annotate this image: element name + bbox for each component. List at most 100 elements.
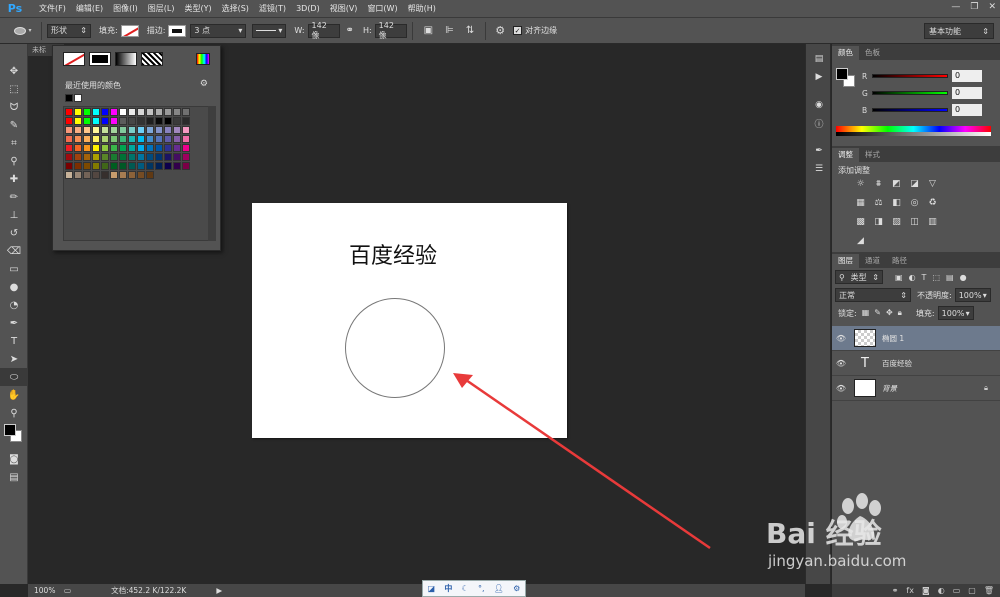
color-swatch[interactable] [173, 135, 181, 143]
eye-icon[interactable]: 👁︎ [832, 359, 850, 368]
properties-panel-icon[interactable]: ◉ [806, 96, 832, 114]
stroke-width-field[interactable]: 3 点 ▾ [190, 23, 247, 38]
channel-mixer-icon[interactable]: ♻ [926, 197, 939, 209]
color-swatch[interactable] [155, 144, 163, 152]
recent-color-swatch[interactable] [74, 94, 82, 102]
stroke-type-select[interactable]: ▾ [252, 23, 287, 38]
color-swatch[interactable] [119, 144, 127, 152]
curves-icon[interactable]: ◩ [890, 178, 903, 190]
levels-icon[interactable]: ⩩ [872, 178, 885, 190]
pattern-button[interactable] [141, 52, 163, 66]
color-swatch[interactable] [74, 162, 82, 170]
recent-color-swatch[interactable] [65, 94, 73, 102]
tab-layers[interactable]: 图层 [832, 254, 859, 268]
menu-type[interactable]: 类型(Y) [179, 0, 216, 18]
color-swatch[interactable] [146, 162, 154, 170]
gear-icon[interactable]: ⚙ [200, 79, 208, 89]
solid-color-button[interactable] [89, 52, 111, 66]
lasso-tool-icon[interactable]: ᗢ [0, 98, 28, 116]
ime-settings-icon[interactable]: ⚙ [513, 584, 520, 593]
color-swatch[interactable] [119, 126, 127, 134]
fx-icon[interactable]: fx [906, 586, 914, 595]
color-swatch[interactable] [92, 171, 100, 179]
move-tool-icon[interactable]: ✥ [0, 62, 28, 80]
color-swatch[interactable] [65, 135, 73, 143]
green-slider[interactable] [872, 91, 948, 95]
document-canvas[interactable]: 百度经验 [252, 203, 567, 438]
black-white-icon[interactable]: ◧ [890, 197, 903, 209]
color-swatch[interactable] [155, 153, 163, 161]
tab-swatches[interactable]: 色板 [859, 46, 886, 60]
color-swatch[interactable] [110, 126, 118, 134]
restore-icon[interactable]: ❐ [970, 2, 978, 12]
type-tool-icon[interactable]: T [0, 332, 28, 350]
color-swatch[interactable] [119, 162, 127, 170]
color-swatch[interactable] [128, 162, 136, 170]
color-swatch[interactable] [83, 108, 91, 116]
color-swatch[interactable] [173, 153, 181, 161]
color-swatch[interactable] [101, 117, 109, 125]
stroke-swatch[interactable] [168, 24, 187, 37]
path-arrangement-icon[interactable]: ⇅ [466, 25, 474, 36]
color-swatch[interactable] [182, 153, 190, 161]
menu-layer[interactable]: 图层(L) [143, 0, 180, 18]
color-swatch[interactable] [146, 108, 154, 116]
clone-stamp-tool-icon[interactable]: ⊥ [0, 206, 28, 224]
color-picker-icon[interactable] [196, 53, 210, 65]
ellipse-tool-icon[interactable]: ⬭ [0, 368, 28, 386]
selective-color-icon[interactable]: ◢ [854, 235, 867, 247]
menu-select[interactable]: 选择(S) [217, 0, 254, 18]
crop-tool-icon[interactable]: ⌗ [0, 134, 28, 152]
color-swatch[interactable] [137, 117, 145, 125]
eyedropper-tool-icon[interactable]: ⚲ [0, 152, 28, 170]
color-swatch[interactable] [137, 162, 145, 170]
color-swatch[interactable] [101, 153, 109, 161]
photo-filter-icon[interactable]: ◎ [908, 197, 921, 209]
color-swatch[interactable] [128, 144, 136, 152]
color-swatch[interactable] [164, 144, 172, 152]
color-swatch[interactable] [182, 108, 190, 116]
gradient-button[interactable] [115, 52, 137, 66]
height-field[interactable]: 142 像 [374, 21, 407, 40]
layer-row-background[interactable]: 👁︎ 背景 🔒︎ [832, 376, 1000, 401]
color-swatch[interactable] [74, 108, 82, 116]
path-selection-tool-icon[interactable]: ➤ [0, 350, 28, 368]
color-swatch[interactable] [164, 117, 172, 125]
healing-brush-tool-icon[interactable]: ✚ [0, 170, 28, 188]
ime-logo-icon[interactable]: ◪ [428, 584, 436, 593]
swatch-scrollbar[interactable] [208, 106, 216, 241]
menu-view[interactable]: 视图(V) [325, 0, 363, 18]
menu-help[interactable]: 帮助(H) [403, 0, 441, 18]
opacity-field[interactable]: 100% ▾ [954, 288, 991, 302]
minimize-icon[interactable]: — [951, 2, 960, 12]
color-swatch[interactable] [137, 171, 145, 179]
tool-preset-picker[interactable]: ▾ [10, 22, 36, 40]
color-swatch[interactable] [83, 153, 91, 161]
color-swatch[interactable] [110, 153, 118, 161]
green-value[interactable]: 0 [952, 87, 982, 99]
pixel-filter-icon[interactable]: ▣ [895, 273, 903, 282]
layer-row-text[interactable]: 👁︎ T 百度经验 [832, 351, 1000, 376]
red-slider[interactable] [872, 74, 948, 78]
color-swatch[interactable] [137, 144, 145, 152]
actions-panel-icon[interactable]: ▶ [806, 68, 832, 86]
hand-tool-icon[interactable]: ✋ [0, 386, 28, 404]
path-operations-icon[interactable]: ▣ [424, 25, 433, 36]
color-swatch[interactable] [74, 171, 82, 179]
layer-row-ellipse[interactable]: 👁︎ 椭圆 1 [832, 326, 1000, 351]
color-swatch[interactable] [164, 126, 172, 134]
layer-filter-select[interactable]: ⚲ 类型 ⇕ [835, 270, 883, 284]
color-swatch[interactable] [173, 108, 181, 116]
ime-language[interactable]: 中 [444, 583, 452, 594]
brush-tool-icon[interactable]: ✏ [0, 188, 28, 206]
tab-styles[interactable]: 样式 [859, 148, 886, 162]
color-swatch[interactable] [173, 144, 181, 152]
color-swatch[interactable] [65, 144, 73, 152]
blue-value[interactable]: 0 [952, 104, 982, 116]
color-swatch[interactable] [155, 135, 163, 143]
color-swatch[interactable] [92, 144, 100, 152]
color-swatch[interactable] [110, 135, 118, 143]
quick-select-tool-icon[interactable]: ✎ [0, 116, 28, 134]
color-swatch[interactable] [128, 117, 136, 125]
color-swatch[interactable] [101, 162, 109, 170]
